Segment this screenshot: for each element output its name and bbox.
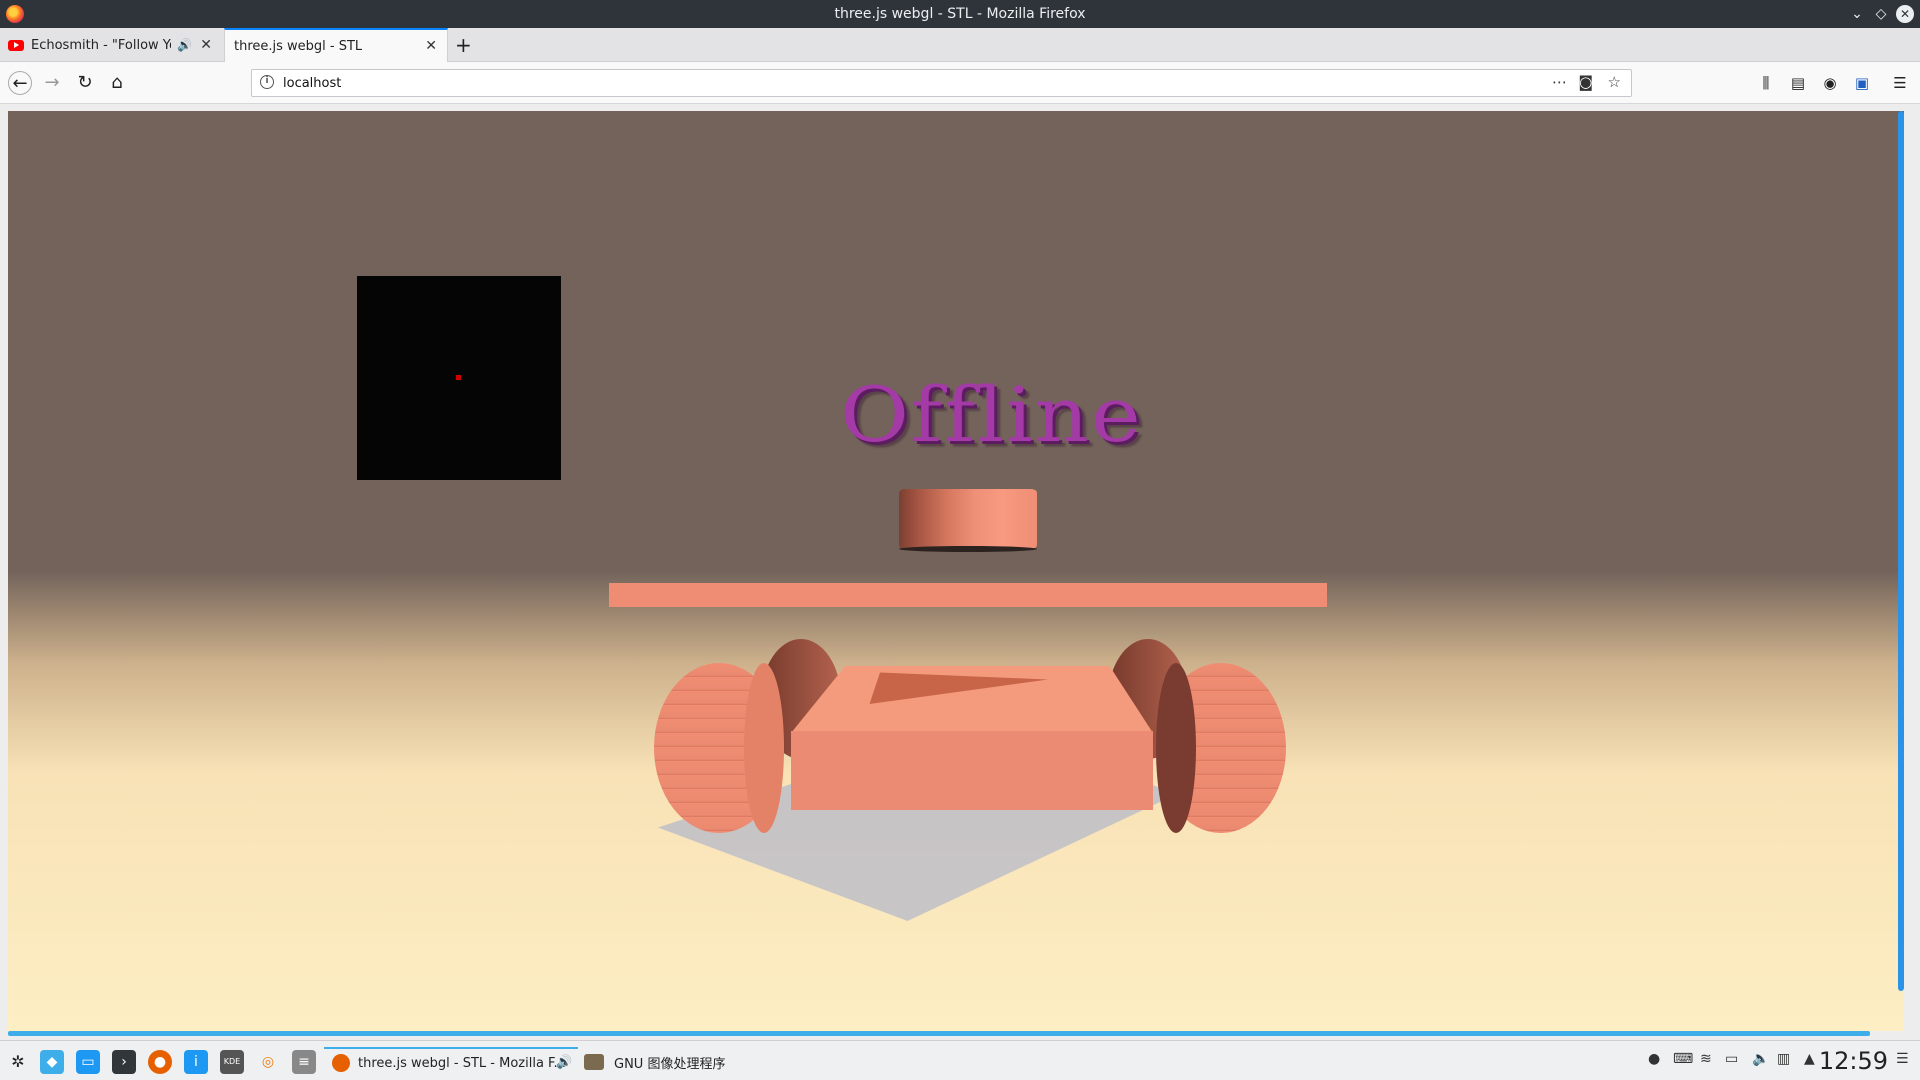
tray-expand-icon[interactable]: ▲ <box>1804 1051 1815 1067</box>
clock[interactable]: 12:59 <box>1819 1047 1888 1075</box>
discover-icon[interactable]: ◆ <box>40 1050 64 1074</box>
window-titlebar: three.js webgl - STL - Mozilla Firefox ⌄… <box>0 0 1920 28</box>
cylinder-model <box>899 489 1037 552</box>
plank-model <box>609 583 1327 607</box>
tab-echosmith[interactable]: Echosmith - "Follow You" 🔊 ✕ <box>0 28 222 62</box>
new-tab-button[interactable]: + <box>455 28 475 62</box>
wheel-face <box>1156 663 1196 833</box>
tab-threejs[interactable]: three.js webgl - STL ✕ <box>224 28 448 62</box>
forward-button[interactable]: → <box>40 71 64 95</box>
menu-icon[interactable]: ☰ <box>1888 71 1912 95</box>
close-tab-icon[interactable]: ✕ <box>200 37 212 53</box>
media-tray-icon[interactable]: ● <box>1648 1051 1660 1067</box>
maximize-button[interactable]: ◇ <box>1872 5 1890 23</box>
home-button[interactable]: ⌂ <box>105 71 129 95</box>
task-label: GNU 图像处理程序 <box>614 1056 726 1072</box>
wifi-tray-icon[interactable]: ≋ <box>1700 1051 1712 1067</box>
minimap-marker <box>456 375 461 380</box>
tab-label: three.js webgl - STL <box>234 38 363 54</box>
taskbar-task-firefox[interactable]: three.js webgl - STL - Mozilla F... <box>324 1047 578 1077</box>
youtube-icon <box>8 39 24 51</box>
page-actions-icon[interactable]: ⋯ <box>1552 73 1567 91</box>
firefox-icon[interactable]: ● <box>148 1050 172 1074</box>
firefox-icon <box>332 1054 350 1072</box>
speaker-tray-icon[interactable]: 🔈 <box>1752 1051 1769 1067</box>
sidebar-icon[interactable]: ▤ <box>1786 71 1810 95</box>
gimp-icon <box>584 1054 604 1070</box>
terminal-icon[interactable]: › <box>112 1050 136 1074</box>
nav-toolbar: ← → ↻ ⌂ i localhost ⋯ ◙ ☆ ⫼ ▤ ◉ ▣ ☰ <box>0 62 1920 104</box>
close-window-button[interactable]: ✕ <box>1896 5 1914 23</box>
app-launcher-icon[interactable]: ✲ <box>6 1050 30 1074</box>
battery-tray-icon[interactable]: ▭ <box>1725 1051 1738 1067</box>
minimap-panel <box>357 276 561 480</box>
task-label: three.js webgl - STL - Mozilla F... <box>358 1055 566 1071</box>
offline-3d-text: Offline <box>840 370 1143 460</box>
tab-label: Echosmith - "Follow You" <box>31 37 171 53</box>
pocket-icon[interactable]: ◙ <box>1578 73 1593 91</box>
url-text[interactable]: localhost <box>283 76 341 91</box>
info-app-icon[interactable]: i <box>184 1050 208 1074</box>
webgl-canvas[interactable]: Offline <box>8 111 1904 1031</box>
minimize-button[interactable]: ⌄ <box>1848 5 1866 23</box>
file-manager-icon[interactable]: ▭ <box>76 1050 100 1074</box>
volume-icon[interactable]: 🔊 <box>556 1047 572 1077</box>
chassis-top <box>791 666 1153 733</box>
database-icon[interactable]: ≡ <box>292 1050 316 1074</box>
front-left-wheel <box>654 663 784 833</box>
loading-progress-bar <box>8 1031 1870 1036</box>
reload-button[interactable]: ↻ <box>73 71 97 95</box>
speaker-icon[interactable]: 🔊 <box>177 38 192 52</box>
page-scrollbar[interactable] <box>1898 111 1904 991</box>
chassis-body <box>791 731 1153 810</box>
bookmark-star-icon[interactable]: ☆ <box>1608 73 1621 91</box>
wheel-face <box>744 663 784 833</box>
site-info-icon[interactable]: i <box>260 75 274 89</box>
account-icon[interactable]: ◉ <box>1818 71 1842 95</box>
tab-strip: Echosmith - "Follow You" 🔊 ✕ three.js we… <box>0 28 1920 62</box>
back-button[interactable]: ← <box>8 71 32 95</box>
clipboard-tray-icon[interactable]: ▥ <box>1777 1051 1790 1067</box>
panel-menu-icon[interactable]: ☰ <box>1896 1051 1909 1067</box>
system-taskbar: ✲ ◆ ▭ › ● i KDE ◎ ≡ three.js webgl - STL… <box>0 1031 1920 1080</box>
window-title: three.js webgl - STL - Mozilla Firefox <box>834 6 1086 22</box>
front-right-wheel <box>1156 663 1286 833</box>
taskbar-task-gimp[interactable]: GNU 图像处理程序 <box>584 1047 784 1077</box>
library-icon[interactable]: ⫼ <box>1754 71 1778 95</box>
extension-icon[interactable]: ▣ <box>1850 71 1874 95</box>
keyboard-tray-icon[interactable]: ⌨ <box>1673 1051 1693 1067</box>
close-tab-icon[interactable]: ✕ <box>425 38 437 54</box>
url-bar[interactable]: i localhost ⋯ ◙ ☆ <box>251 69 1632 97</box>
blender-icon[interactable]: ◎ <box>256 1050 280 1074</box>
kde-connect-icon[interactable]: KDE <box>220 1050 244 1074</box>
